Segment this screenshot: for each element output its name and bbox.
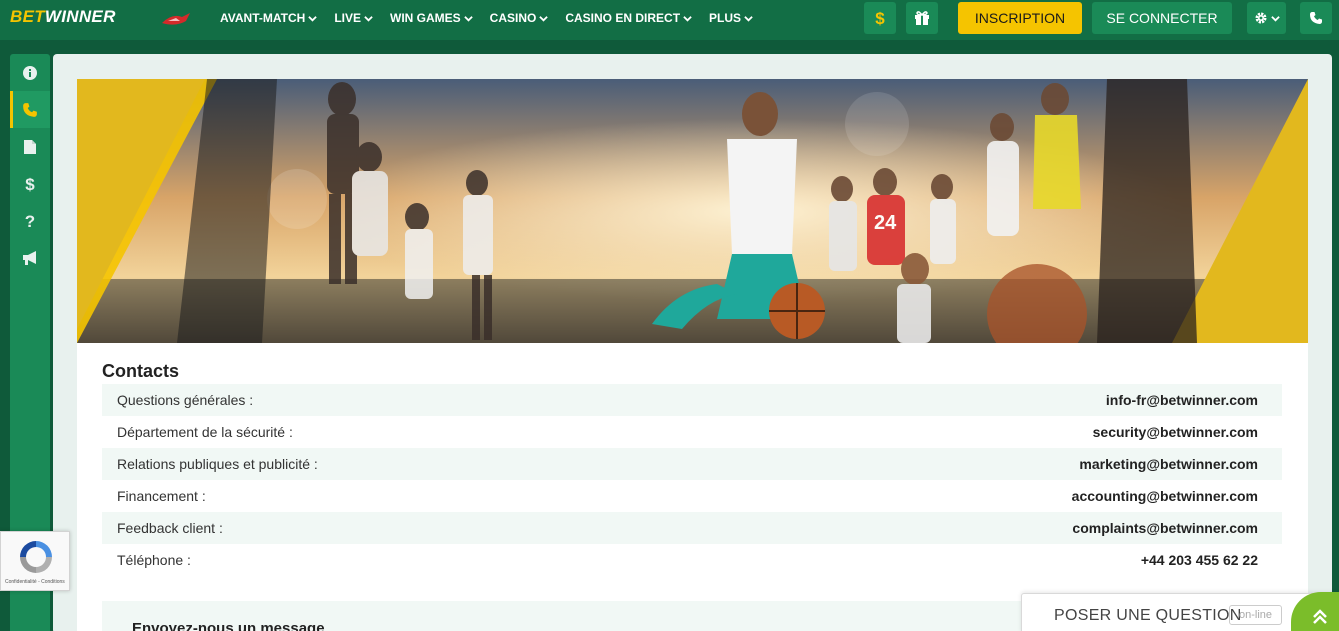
gear-icon [1255, 12, 1266, 24]
message-form-title: Envoyez-nous un message [132, 620, 325, 631]
contact-email[interactable]: info-fr@betwinner.com [1106, 392, 1258, 408]
info-icon [23, 65, 37, 80]
settings-button[interactable] [1247, 2, 1286, 34]
svg-text:24: 24 [874, 212, 897, 234]
sidebar-item-contacts[interactable] [10, 91, 50, 128]
phone-icon [1310, 12, 1322, 24]
svg-text:?: ? [25, 212, 35, 230]
sidebar-item-help[interactable]: ? [10, 202, 50, 239]
sidebar-item-payments[interactable]: $ [10, 165, 50, 202]
contact-row: Téléphone : +44 203 455 62 22 [102, 544, 1282, 576]
question-icon: ? [25, 212, 35, 230]
ask-question-widget[interactable]: POSER UNE QUESTION on-line [1021, 592, 1339, 631]
sidebar-item-info[interactable] [10, 54, 50, 91]
contact-label: Téléphone : [117, 552, 191, 568]
contact-email[interactable]: security@betwinner.com [1093, 424, 1258, 440]
chevron-down-icon [744, 15, 753, 22]
logo[interactable]: BETWINNER [10, 7, 116, 27]
page-title: Contacts [102, 361, 180, 381]
dollar-icon: $ [875, 9, 885, 27]
bonus-button[interactable] [906, 2, 938, 34]
contact-row: Feedback client : complaints@betwinner.c… [102, 512, 1282, 544]
recaptcha-badge[interactable]: Confidentialité - Conditions [0, 531, 70, 591]
nav-live[interactable]: LIVE [334, 11, 373, 25]
double-chevron-up-icon [1313, 609, 1327, 624]
chat-expand-button[interactable] [1291, 592, 1339, 631]
contact-label: Département de la sécurité : [117, 424, 293, 440]
main-nav: AVANT-MATCH LIVE WIN GAMES CASINO CASINO… [220, 0, 770, 36]
logo-mark-icon [162, 13, 190, 25]
contact-label: Questions générales : [117, 392, 254, 408]
chevron-down-icon [539, 15, 549, 22]
recaptcha-icon [20, 541, 52, 573]
deposit-button[interactable]: $ [864, 2, 896, 34]
ask-question-label: POSER UNE QUESTION [1054, 607, 1242, 624]
phone-button[interactable] [1300, 2, 1332, 34]
dollar-icon: $ [25, 175, 35, 193]
top-header: BETWINNER AVANT-MATCH LIVE WIN GAMES CAS… [0, 0, 1339, 40]
chevron-down-icon [308, 15, 318, 22]
nav-casino-live[interactable]: CASINO EN DIRECT [565, 11, 692, 25]
contact-label: Feedback client : [117, 520, 223, 536]
phone-icon [23, 102, 37, 117]
gift-icon [915, 11, 929, 25]
chevron-down-icon [1270, 15, 1280, 22]
recaptcha-terms[interactable]: Confidentialité - Conditions [5, 579, 65, 585]
contact-row: Questions générales : info-fr@betwinner.… [102, 384, 1282, 416]
chevron-down-icon [364, 15, 373, 22]
contact-email[interactable]: marketing@betwinner.com [1079, 456, 1258, 472]
nav-avant-match[interactable]: AVANT-MATCH [220, 11, 318, 25]
nav-win-games[interactable]: WIN GAMES [390, 11, 473, 25]
document-icon [24, 139, 36, 154]
megaphone-icon [23, 250, 36, 265]
signup-button[interactable]: INSCRIPTION [958, 2, 1082, 34]
nav-plus[interactable]: PLUS [709, 11, 753, 25]
contact-row: Département de la sécurité : security@be… [102, 416, 1282, 448]
online-status-badge: on-line [1229, 605, 1282, 625]
sports-banner-image: 24 [77, 79, 1308, 343]
chevron-down-icon [463, 15, 473, 22]
sidebar-item-documents[interactable] [10, 128, 50, 165]
contact-email[interactable]: complaints@betwinner.com [1072, 520, 1258, 536]
contact-label: Relations publiques et publicité : [117, 456, 318, 472]
svg-text:$: $ [25, 175, 35, 193]
svg-text:$: $ [875, 9, 885, 27]
contact-phone[interactable]: +44 203 455 62 22 [1141, 552, 1258, 568]
contact-email[interactable]: accounting@betwinner.com [1072, 488, 1258, 504]
chevron-down-icon [683, 15, 692, 22]
contact-row: Financement : accounting@betwinner.com [102, 480, 1282, 512]
sidebar-item-promotions[interactable] [10, 239, 50, 276]
login-button[interactable]: SE CONNECTER [1092, 2, 1232, 34]
nav-casino[interactable]: CASINO [490, 11, 549, 25]
contact-row: Relations publiques et publicité : marke… [102, 448, 1282, 480]
contact-label: Financement : [117, 488, 206, 504]
